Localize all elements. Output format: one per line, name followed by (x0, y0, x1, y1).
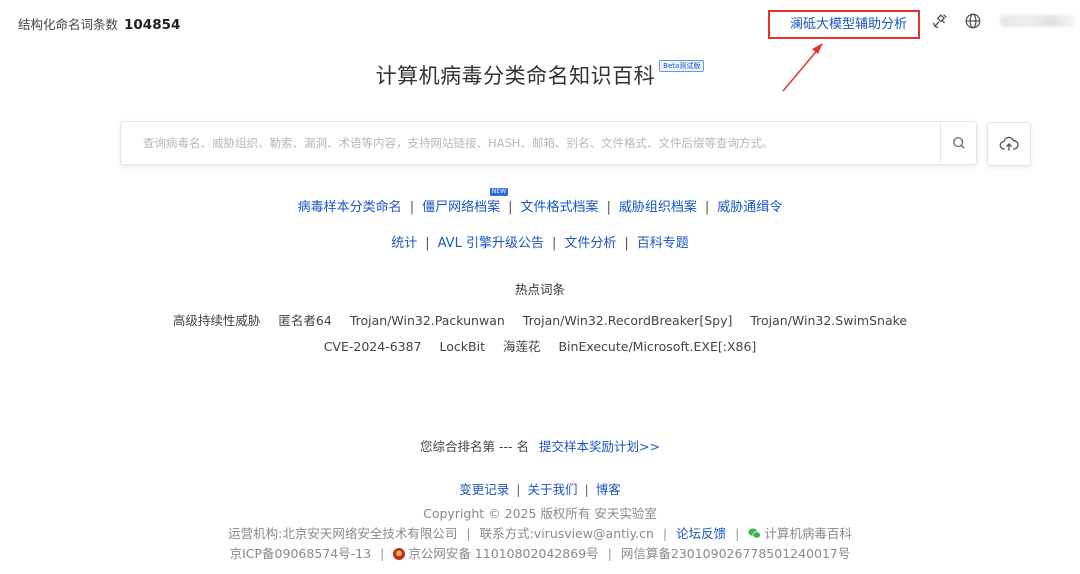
hot-entry[interactable]: 高级持续性威胁 (173, 313, 261, 328)
upload-button[interactable] (987, 122, 1031, 166)
footer-info-row: 运营机构:北京安天网络安全技术有限公司 | 联系方式:virusview@antiy… (228, 526, 852, 541)
nav-avl-announcement[interactable]: AVL 引擎升级公告 (438, 236, 544, 251)
footer-license-row: 京ICP备09068574号-13 | 京公网安备 11010802042869号 |… (229, 546, 851, 561)
cloud-upload-icon (999, 136, 1019, 151)
search-input[interactable] (121, 122, 941, 164)
ai-analysis-link[interactable]: 澜砥大模型辅助分析 (768, 10, 920, 39)
police-badge-icon (393, 548, 406, 560)
footer-blog-link[interactable]: 博客 (596, 482, 621, 497)
hot-entry[interactable]: CVE-2024-6387 (324, 339, 422, 354)
nav-encyclopedia-topics[interactable]: 百科专题 (637, 236, 689, 251)
top-bar: 结构化命名词条数 104854 澜砥大模型辅助分析 (0, 0, 1080, 44)
page-title: 计算机病毒分类命名知识百科 (375, 64, 656, 88)
nav-file-analysis[interactable]: 文件分析 (564, 236, 616, 251)
user-rank: 您综合排名第 --- 名提交样本奖励计划>> (0, 436, 1080, 455)
hot-entry[interactable]: 海莲花 (503, 339, 541, 354)
satellite-icon[interactable] (931, 12, 951, 32)
footer-about-link[interactable]: 关于我们 (527, 482, 577, 497)
hot-entry[interactable]: LockBit (440, 339, 485, 354)
footer-netinfo[interactable]: 网信算备230109026778501240017号 (621, 546, 851, 561)
footer-links: 变更记录 | 关于我们 | 博客 (459, 482, 621, 497)
footer-wechat[interactable]: 计算机病毒百科 (748, 526, 852, 541)
footer-forum-link[interactable]: 论坛反馈 (676, 526, 726, 541)
nav-file-format-archive[interactable]: 文件格式档案 (520, 200, 598, 215)
footer-changelog-link[interactable]: 变更记录 (459, 482, 509, 497)
search-button[interactable] (940, 122, 976, 164)
wechat-icon (748, 528, 762, 539)
hot-entry[interactable]: Trojan/Win32.SwimSnake (750, 313, 907, 328)
nav-botnet-archive[interactable]: 僵尸网络档案 NEW (422, 188, 509, 215)
entry-count: 结构化命名词条数 104854 (18, 14, 180, 33)
globe-icon[interactable] (964, 12, 984, 32)
primary-nav: 病毒样本分类命名 | 僵尸网络档案 NEW | 文件格式档案 | 威胁组织档案 | 威胁通缉令 (297, 188, 783, 215)
footer-contact: 联系方式:virusview@antiy.cn (479, 526, 654, 541)
nav-statistics[interactable]: 统计 (391, 236, 417, 251)
new-badge: NEW (489, 188, 509, 196)
hot-entry[interactable]: BinExecute/Microsoft.EXE[:X86] (558, 339, 756, 354)
sample-reward-link[interactable]: 提交样本奖励计划>> (539, 439, 660, 454)
hot-entries-title: 热点词条 (514, 282, 565, 297)
search-box (120, 121, 977, 165)
hot-entry[interactable]: Trojan/Win32.RecordBreaker[Spy] (523, 313, 733, 328)
beta-badge: Beta测试版 (659, 60, 705, 72)
entry-count-label: 结构化命名词条数 (18, 17, 119, 32)
entry-count-value: 104854 (124, 17, 181, 33)
search-icon (952, 137, 965, 149)
page-title-area: 计算机病毒分类命名知识百科 Beta测试版 (0, 60, 1080, 90)
footer-operator: 运营机构:北京安天网络安全技术有限公司 (228, 526, 458, 541)
hot-entry[interactable]: 匿名者64 (278, 313, 331, 328)
copyright: Copyright © 2025 版权所有 安天实验室 (423, 506, 657, 521)
hot-entry[interactable]: Trojan/Win32.Packunwan (350, 313, 505, 328)
user-menu-blurred[interactable] (1000, 15, 1074, 27)
hot-entries-row-1: 高级持续性威胁 匿名者64 Trojan/Win32.Packunwan Trojan… (0, 310, 1080, 329)
rank-label: 您综合排名第 --- 名 (420, 439, 530, 454)
nav-virus-naming[interactable]: 病毒样本分类命名 (298, 200, 402, 215)
footer-police[interactable]: 京公网安备 11010802042869号 (393, 546, 599, 561)
nav-threat-wanted[interactable]: 威胁通缉令 (717, 200, 782, 215)
footer-icp[interactable]: 京ICP备09068574号-13 (230, 546, 372, 561)
nav-threat-group-archive[interactable]: 威胁组织档案 (619, 200, 697, 215)
hot-entries-row-2: CVE-2024-6387 LockBit 海莲花 BinExecute/Micros… (0, 336, 1080, 355)
secondary-nav: 统计 | AVL 引擎升级公告 | 文件分析 | 百科专题 (391, 236, 689, 251)
